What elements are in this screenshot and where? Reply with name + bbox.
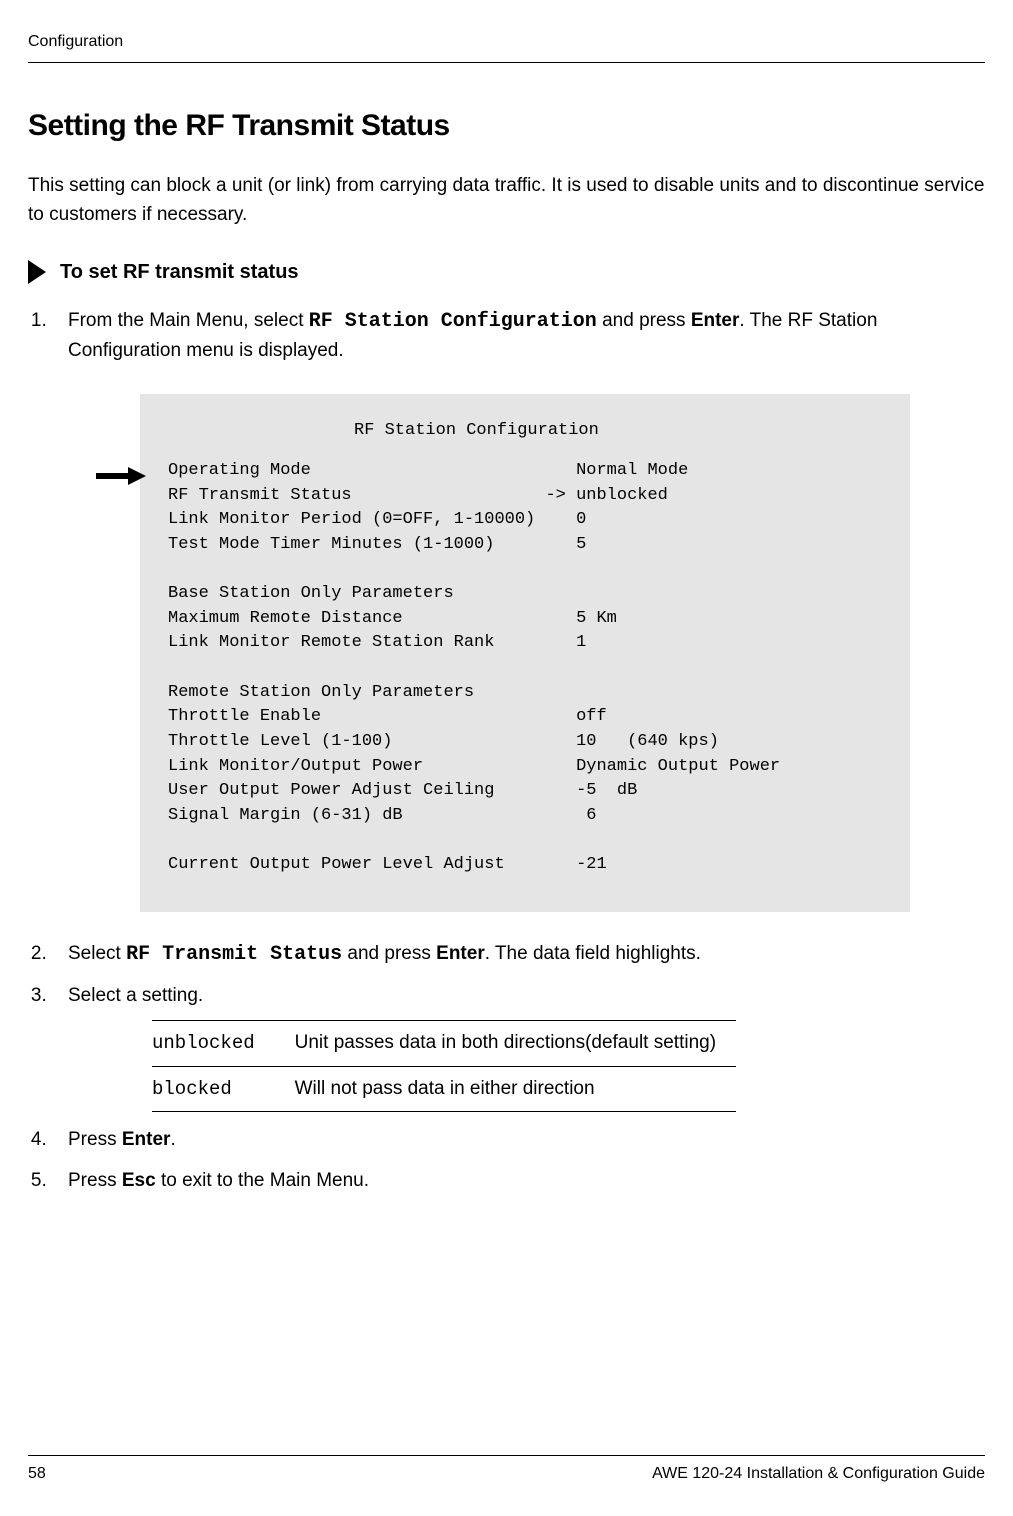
settings-table: unblocked Unit passes data in both direc…: [152, 1020, 736, 1112]
step-4-text-a: Press: [68, 1129, 122, 1150]
table-row: unblocked Unit passes data in both direc…: [152, 1021, 736, 1067]
intro-paragraph: This setting can block a unit (or link) …: [28, 172, 985, 229]
step-2-enter-key: Enter: [436, 943, 485, 964]
task-title: To set RF transmit status: [60, 257, 299, 287]
footer-rule: [28, 1455, 985, 1456]
screen-title: RF Station Configuration: [168, 418, 882, 444]
step-5-esc-key: Esc: [122, 1170, 156, 1191]
step-5: Press Esc to exit to the Main Menu.: [52, 1167, 985, 1196]
task-header: To set RF transmit status: [28, 257, 985, 287]
step-2-text-b: and press: [342, 943, 436, 964]
step-3: Select a setting. unblocked Unit passes …: [52, 982, 985, 1113]
step-1: From the Main Menu, select RF Station Co…: [52, 307, 985, 912]
step-4-enter-key: Enter: [122, 1129, 171, 1150]
step-1-text-b: and press: [597, 310, 691, 331]
step-1-text-a: From the Main Menu, select: [68, 310, 309, 331]
setting-key: blocked: [152, 1066, 295, 1112]
step-1-menu-code: RF Station Configuration: [309, 310, 597, 333]
pointer-arrow-icon: [96, 466, 146, 495]
page-number: 58: [28, 1462, 46, 1486]
step-5-text-a: Press: [68, 1170, 122, 1191]
step-2-field-code: RF Transmit Status: [126, 943, 342, 966]
task-arrow-icon: [28, 260, 46, 284]
terminal-screen: RF Station Configuration Operating Mode …: [140, 394, 910, 912]
footer: 58 AWE 120-24 Installation & Configurati…: [28, 1455, 985, 1486]
setting-desc: Will not pass data in either direction: [295, 1066, 736, 1112]
step-4-text-b: .: [170, 1129, 175, 1150]
setting-desc: Unit passes data in both directions(defa…: [295, 1021, 736, 1067]
page-title: Setting the RF Transmit Status: [28, 103, 985, 148]
setting-key: unblocked: [152, 1021, 295, 1067]
table-row: blocked Will not pass data in either dir…: [152, 1066, 736, 1112]
step-5-text-b: to exit to the Main Menu.: [156, 1170, 369, 1191]
step-1-enter-key: Enter: [691, 310, 740, 331]
header-rule: [28, 62, 985, 63]
step-2-text-c: . The data field highlights.: [485, 943, 701, 964]
step-2: Select RF Transmit Status and press Ente…: [52, 940, 985, 970]
step-4: Press Enter.: [52, 1126, 985, 1155]
step-2-text-a: Select: [68, 943, 126, 964]
screen-body: Operating Mode Normal Mode RF Transmit S…: [168, 459, 882, 878]
footer-doc-title: AWE 120-24 Installation & Configuration …: [652, 1462, 985, 1486]
step-3-text: Select a setting.: [68, 985, 203, 1006]
header-section: Configuration: [28, 30, 985, 54]
steps-list: From the Main Menu, select RF Station Co…: [28, 307, 985, 1195]
